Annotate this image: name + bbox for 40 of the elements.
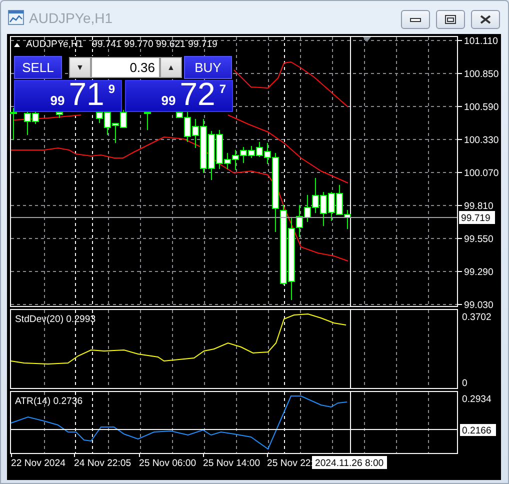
crosshair-value-label: 0.2166 — [460, 424, 496, 436]
time-axis-label: 25 Nov 22: — [267, 458, 314, 469]
price-axis-label: 101.110 — [464, 36, 498, 47]
band-line — [14, 114, 82, 120]
buy-button[interactable]: BUY — [184, 56, 232, 79]
time-axis-label: 24 Nov 22:05 — [74, 458, 132, 469]
lot-decrease-button[interactable]: ▼ — [69, 57, 91, 78]
indicator-label: ATR(14) 0.2736 — [15, 396, 83, 407]
ohlc-values: 99.741 99.770 99.621 99.719 — [92, 39, 218, 50]
time-axis-label: 25 Nov 14:00 — [203, 458, 260, 469]
sell-button[interactable]: SELL — [14, 56, 62, 79]
close-icon — [480, 15, 491, 24]
price-axis-label: 99.810 — [464, 201, 494, 212]
current-price-label: 99.719 — [459, 211, 495, 224]
time-axis-label: 25 Nov 06:00 — [139, 458, 196, 469]
collapse-triangle-icon — [14, 43, 20, 47]
price-axis-label: 100.850 — [464, 69, 499, 80]
price-axis-label: 100.330 — [464, 135, 499, 146]
indicator-axis-label: 0.3702 — [462, 312, 492, 323]
lot-increase-button[interactable]: ▲ — [160, 57, 182, 78]
price-axis-label: 99.290 — [464, 267, 494, 278]
price-axis-label: 100.070 — [464, 168, 499, 179]
candlestick — [144, 110, 151, 130]
indicator-axis-label: 0 — [462, 378, 468, 389]
price-axis-label: 100.590 — [464, 102, 499, 113]
minimize-button[interactable] — [401, 10, 430, 29]
indicator-label: StdDev(20) 0.2993 — [15, 314, 96, 325]
maximize-button[interactable] — [436, 10, 465, 29]
lot-size-field[interactable]: 0.36 — [91, 57, 160, 78]
price-axis-label: 99.550 — [464, 234, 494, 245]
window-title: AUDJPYe,H1 — [29, 10, 114, 26]
chart-window-icon — [8, 10, 24, 25]
crosshair-time-label: 2024.11.26 8:00 — [312, 456, 387, 469]
close-button[interactable] — [471, 10, 500, 29]
minimize-icon — [410, 18, 421, 22]
symbol-label: AUDJPYe,H1 — [26, 39, 84, 50]
time-axis-label: 22 Nov 2024 — [11, 458, 66, 469]
maximize-icon — [445, 15, 456, 24]
indicator-axis-label: 0.2934 — [462, 394, 492, 405]
price-axis-label: 99.030 — [464, 300, 494, 311]
